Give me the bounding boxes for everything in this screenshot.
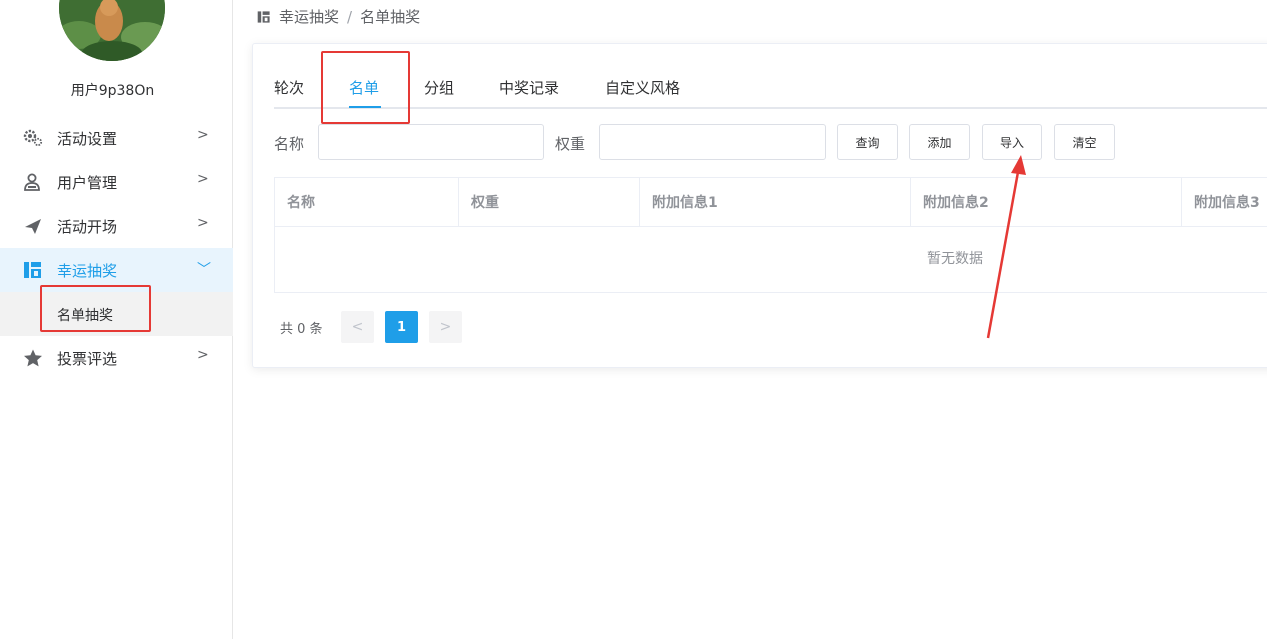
sidebar-item-label: 幸运抽奖 [57, 262, 118, 280]
chevron-right-icon: > [197, 215, 209, 231]
annotation-box-submenu [40, 285, 151, 332]
pagination-prev-button[interactable]: < [341, 311, 374, 343]
annotation-box-tab [321, 51, 410, 124]
table-header-weight[interactable]: 权重 [459, 178, 640, 227]
table-header-extra1[interactable]: 附加信息1 [640, 178, 911, 227]
pagination-total: 共 0 条 [280, 322, 323, 337]
breadcrumb: 幸运抽奖 / 名单抽奖 [257, 6, 420, 27]
send-icon [25, 219, 41, 234]
sidebar-item-label: 投票评选 [57, 350, 118, 368]
sidebar-item-voting[interactable]: 投票评选 > [0, 336, 233, 380]
sidebar-item-user-management[interactable]: 用户管理 > [0, 160, 233, 204]
gift-icon [24, 262, 41, 278]
name-input[interactable] [318, 124, 544, 160]
avatar[interactable] [59, 0, 165, 61]
avatar-image [59, 0, 165, 61]
data-table: 名称 权重 附加信息1 附加信息2 附加信息3 暂无数据 [274, 177, 1267, 293]
weight-field-label: 权重 [555, 135, 586, 153]
pagination-page-1[interactable]: 1 [385, 311, 418, 343]
star-icon [24, 349, 42, 367]
sidebar-item-activity-settings[interactable]: 活动设置 > [0, 116, 233, 160]
clear-button[interactable]: 清空 [1054, 124, 1115, 160]
breadcrumb-current: 名单抽奖 [360, 8, 421, 26]
query-button[interactable]: 查询 [837, 124, 898, 160]
user-icon [24, 173, 40, 191]
add-button[interactable]: 添加 [909, 124, 970, 160]
name-field-label: 名称 [274, 135, 305, 153]
sidebar-menu: 活动设置 > 用户管理 > 活动开场 > 幸运抽奖 ﹀ 名单抽奖 投票评选 > [0, 116, 233, 380]
sidebar-item-label: 用户管理 [57, 174, 118, 192]
breadcrumb-gift-icon [257, 10, 270, 23]
tab-bar: 轮次 名单 分组 中奖记录 自定义风格 [274, 73, 1267, 109]
breadcrumb-parent[interactable]: 幸运抽奖 [279, 6, 339, 27]
table-header-extra3[interactable]: 附加信息3 [1182, 178, 1267, 227]
tab-custom-style[interactable]: 自定义风格 [605, 77, 680, 98]
sidebar-item-label: 活动开场 [57, 218, 118, 236]
chevron-right-icon: > [197, 347, 209, 363]
tab-winning-records[interactable]: 中奖记录 [499, 77, 559, 98]
table-empty-text: 暂无数据 [927, 251, 983, 267]
sidebar-item-activity-opening[interactable]: 活动开场 > [0, 204, 233, 248]
gear-icon [23, 129, 43, 147]
table-header-name[interactable]: 名称 [275, 178, 459, 227]
username: 用户9p38On [70, 83, 155, 99]
sidebar-item-label: 活动设置 [57, 130, 118, 148]
import-button[interactable]: 导入 [982, 124, 1042, 160]
tab-rounds[interactable]: 轮次 [274, 77, 304, 98]
breadcrumb-separator: / [347, 7, 353, 26]
chevron-right-icon: > [197, 127, 209, 143]
chevron-down-icon: ﹀ [197, 262, 211, 278]
table-header-extra2[interactable]: 附加信息2 [911, 178, 1182, 227]
tab-groups[interactable]: 分组 [424, 77, 454, 98]
pagination-next-button[interactable]: > [429, 311, 462, 343]
chevron-right-icon: > [197, 171, 209, 187]
weight-input[interactable] [599, 124, 826, 160]
